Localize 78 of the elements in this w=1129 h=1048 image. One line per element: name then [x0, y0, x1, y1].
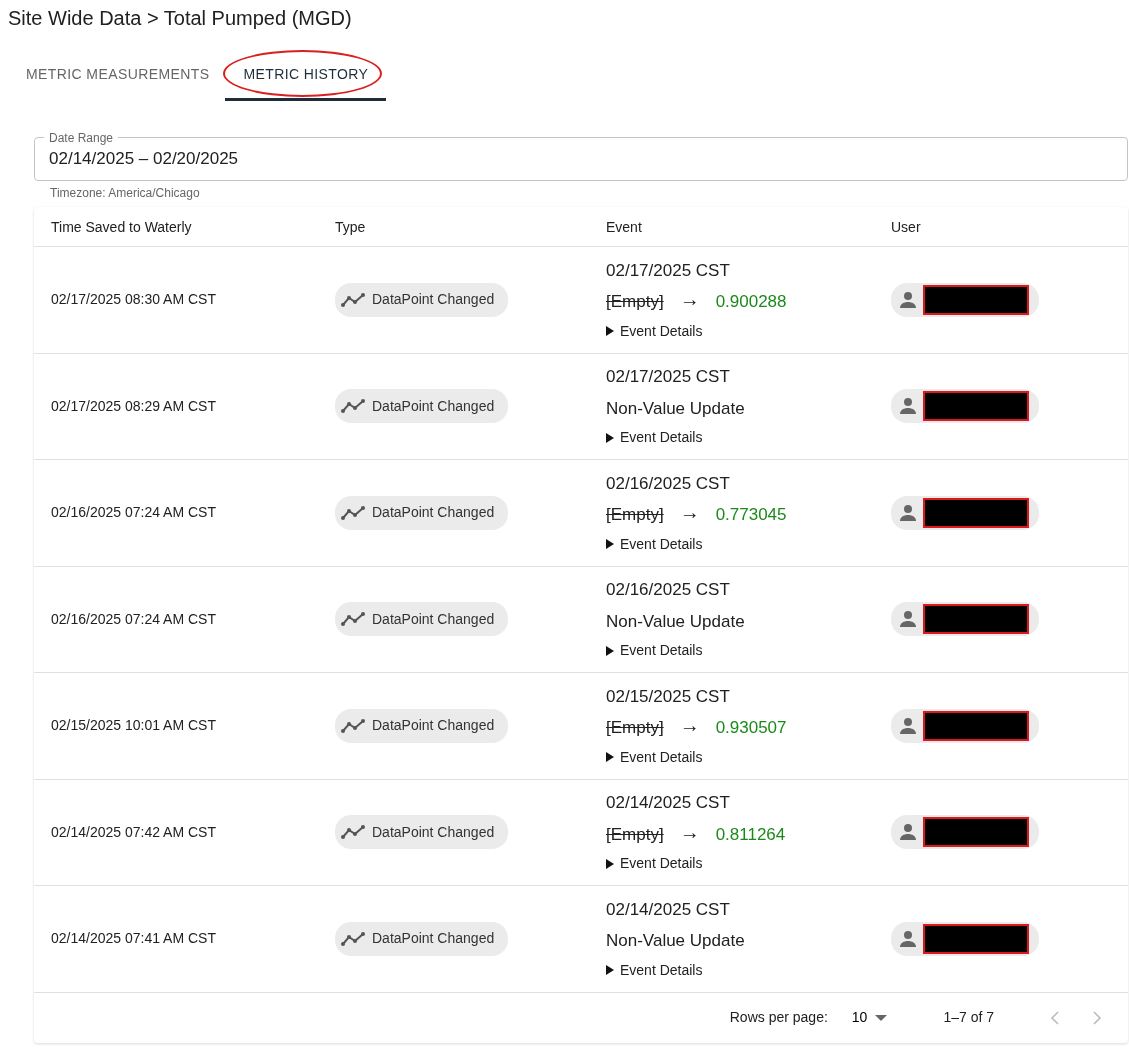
- event-date: 02/17/2025 CST: [606, 259, 730, 282]
- expand-triangle-icon[interactable]: [606, 326, 614, 337]
- expand-triangle-icon[interactable]: [606, 432, 614, 443]
- event-details-toggle[interactable]: Event Details: [620, 640, 703, 662]
- trend-line-icon: [341, 612, 365, 627]
- new-value: 0.773045: [715, 504, 787, 527]
- expand-triangle-icon[interactable]: [606, 645, 614, 656]
- type-chip: DataPoint Changed: [335, 282, 509, 317]
- chevron-icon: [1092, 1011, 1102, 1026]
- event-summary: Non-Value Update: [606, 397, 745, 420]
- table-cell-text: 02/15/2025 10:01 AM CST: [51, 716, 216, 736]
- expand-triangle-icon[interactable]: [606, 752, 614, 763]
- trend-line-icon: [341, 292, 365, 307]
- column-header: User: [874, 207, 1128, 247]
- page-range: 1–7 of 7: [943, 1008, 994, 1027]
- event-details-toggle[interactable]: Event Details: [620, 853, 703, 875]
- event-date: 02/16/2025 CST: [606, 579, 730, 602]
- table-cell-text: 02/14/2025 07:42 AM CST: [51, 822, 216, 842]
- trend-line-icon: [341, 931, 365, 946]
- table-cell-text: 02/16/2025 07:24 AM CST: [51, 609, 216, 629]
- rows-per-page-label: Rows per page:: [729, 1008, 828, 1027]
- trend-line-icon: [341, 505, 365, 520]
- person-icon: [899, 823, 917, 842]
- event-date: 02/15/2025 CST: [606, 685, 730, 708]
- table-cell-text: 02/17/2025 08:29 AM CST: [51, 396, 216, 416]
- type-chip: DataPoint Changed: [335, 389, 509, 424]
- type-chip: DataPoint Changed: [335, 602, 509, 637]
- table-cell-text: 02/16/2025 07:24 AM CST: [51, 503, 216, 523]
- page-title: Site Wide Data > Total Pumped (MGD): [8, 6, 353, 31]
- type-chip: DataPoint Changed: [335, 815, 509, 850]
- column-header: Event: [589, 207, 874, 247]
- arrow: →: [679, 821, 700, 845]
- arrow: →: [679, 502, 700, 526]
- event-date: 02/16/2025 CST: [606, 472, 730, 495]
- arrow: →: [679, 289, 700, 313]
- trend-line-icon: [341, 825, 365, 840]
- event-details-toggle[interactable]: Event Details: [620, 533, 703, 555]
- new-value: 0.930507: [715, 717, 787, 740]
- old-value: [Empty]: [606, 291, 664, 314]
- chevron-icon: [1050, 1011, 1060, 1026]
- event-details-toggle[interactable]: Event Details: [620, 959, 703, 981]
- new-value: 0.900288: [715, 291, 787, 314]
- person-icon: [899, 290, 917, 309]
- expand-triangle-icon[interactable]: [606, 539, 614, 550]
- event-date: 02/14/2025 CST: [606, 792, 730, 815]
- person-icon: [899, 716, 917, 735]
- column-header: Type: [318, 207, 589, 247]
- person-icon: [899, 503, 917, 522]
- type-chip: DataPoint Changed: [335, 921, 509, 956]
- table-cell-text: 02/17/2025 08:30 AM CST: [51, 290, 216, 310]
- expand-triangle-icon[interactable]: [606, 965, 614, 976]
- person-icon: [899, 610, 917, 629]
- tab[interactable]: METRIC HISTORY: [225, 54, 387, 101]
- new-value: 0.811264: [715, 823, 786, 846]
- person-icon: [899, 929, 917, 948]
- caret-icon: [875, 1014, 888, 1021]
- old-value: [Empty]: [606, 717, 664, 740]
- helper-text: Timezone: America/Chicago: [50, 185, 201, 201]
- type-chip: DataPoint Changed: [335, 495, 509, 530]
- type-chip: DataPoint Changed: [335, 708, 509, 743]
- event-date: 02/14/2025 CST: [606, 898, 730, 921]
- rows-per-page-select[interactable]: 10: [843, 1007, 896, 1028]
- expand-triangle-icon[interactable]: [606, 858, 614, 869]
- event-details-toggle[interactable]: Event Details: [620, 320, 703, 342]
- column-header: Time Saved to Waterly: [34, 207, 318, 247]
- event-summary: Non-Value Update: [606, 610, 745, 633]
- event-date: 02/17/2025 CST: [606, 366, 730, 389]
- person-icon: [899, 397, 917, 416]
- table-cell-text: 02/14/2025 07:41 AM CST: [51, 929, 216, 949]
- event-details-toggle[interactable]: Event Details: [620, 746, 703, 768]
- old-value: [Empty]: [606, 504, 664, 527]
- old-value: [Empty]: [606, 823, 664, 846]
- trend-line-icon: [341, 718, 365, 733]
- trend-line-icon: [341, 399, 365, 414]
- arrow: →: [679, 715, 700, 739]
- event-details-toggle[interactable]: Event Details: [620, 427, 703, 449]
- tab[interactable]: METRIC MEASUREMENTS: [10, 54, 226, 99]
- event-summary: Non-Value Update: [606, 930, 745, 953]
